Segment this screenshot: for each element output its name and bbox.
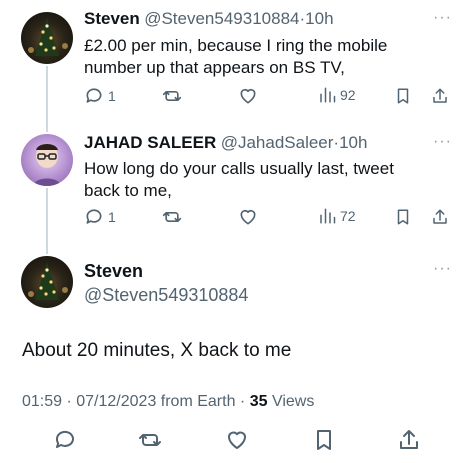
share-button[interactable] (431, 86, 449, 106)
tweet-text: How long do your calls usually last, twe… (84, 158, 394, 202)
person-avatar-icon (33, 144, 61, 186)
analytics-icon (320, 208, 336, 224)
tweet-time[interactable]: 10h (305, 9, 333, 28)
retweet-icon (162, 91, 182, 101)
bookmark-icon (317, 430, 331, 450)
main-tweet-actions (0, 428, 474, 454)
retweet-button[interactable] (162, 86, 182, 106)
author-handle[interactable]: @Steven549310884 (144, 9, 299, 28)
views-count[interactable]: 35 (250, 393, 268, 410)
author-handle[interactable]: @Steven549310884 (84, 285, 248, 306)
reply-button[interactable] (53, 428, 77, 452)
like-button[interactable] (238, 207, 258, 227)
views-count: 72 (340, 208, 356, 224)
tweet-time[interactable]: 10h (339, 133, 367, 152)
avatar[interactable] (21, 256, 73, 308)
christmas-tree-avatar-icon (28, 18, 68, 56)
author-handle[interactable]: @JahadSaleer (221, 133, 334, 152)
views-button[interactable]: 72 (318, 207, 356, 225)
avatar[interactable] (21, 134, 73, 186)
author-name[interactable]: Steven (84, 261, 143, 282)
share-icon (400, 430, 418, 449)
tweet-header: JAHAD SALEER @JahadSaleer·10h (84, 133, 367, 153)
heart-icon (240, 209, 256, 225)
reply-button[interactable]: 1 (84, 207, 116, 227)
author-name[interactable]: Steven (84, 9, 140, 28)
more-icon[interactable]: ··· (433, 260, 452, 278)
tweet-header: Steven @Steven549310884·10h (84, 9, 334, 29)
heart-icon (240, 88, 256, 104)
share-button[interactable] (397, 428, 421, 452)
tweet-text: £2.00 per min, because I ring the mobile… (84, 35, 387, 79)
share-icon (433, 209, 447, 224)
bookmark-button[interactable] (312, 428, 336, 452)
views-label: Views (271, 393, 315, 410)
reply-count: 1 (108, 209, 116, 225)
tweet-text: About 20 minutes, X back to me (22, 340, 292, 361)
heart-icon (228, 431, 246, 449)
views-count: 92 (340, 87, 356, 103)
more-icon[interactable]: ··· (433, 9, 452, 27)
reply-icon (86, 209, 102, 224)
retweet-icon (162, 212, 182, 222)
views-button[interactable]: 92 (318, 86, 356, 104)
reply-icon (86, 88, 102, 103)
reply-count: 1 (108, 88, 116, 104)
avatar[interactable] (21, 12, 73, 64)
tweet-text-line: back to me, (84, 181, 172, 200)
tweet-timestamp[interactable]: 01:59 · 07/12/2023 from Earth · (22, 393, 245, 410)
tweet-actions: 1 72 (0, 207, 474, 231)
more-icon[interactable]: ··· (433, 133, 452, 151)
reply-icon (55, 430, 74, 448)
retweet-icon (139, 434, 161, 446)
tweet-text-line: number up that appears on BS TV, (84, 58, 345, 77)
retweet-button[interactable] (138, 428, 162, 452)
reply-button[interactable]: 1 (84, 86, 116, 106)
bookmark-button[interactable] (394, 86, 412, 106)
bookmark-icon (397, 209, 409, 225)
analytics-icon (320, 87, 336, 103)
author-name[interactable]: JAHAD SALEER (84, 133, 216, 152)
like-button[interactable] (225, 428, 249, 452)
share-icon (433, 88, 447, 103)
tweet-actions: 1 92 (0, 86, 474, 110)
share-button[interactable] (431, 207, 449, 227)
tweet-text-line: How long do your calls usually last, twe… (84, 159, 394, 178)
bookmark-button[interactable] (394, 207, 412, 227)
christmas-tree-avatar-icon (28, 262, 68, 300)
like-button[interactable] (238, 86, 258, 106)
tweet-text-line: £2.00 per min, because I ring the mobile (84, 36, 388, 55)
bookmark-icon (397, 88, 409, 104)
retweet-button[interactable] (162, 207, 182, 227)
tweet-meta: 01:59 · 07/12/2023 from Earth · 35 Views (22, 393, 314, 411)
